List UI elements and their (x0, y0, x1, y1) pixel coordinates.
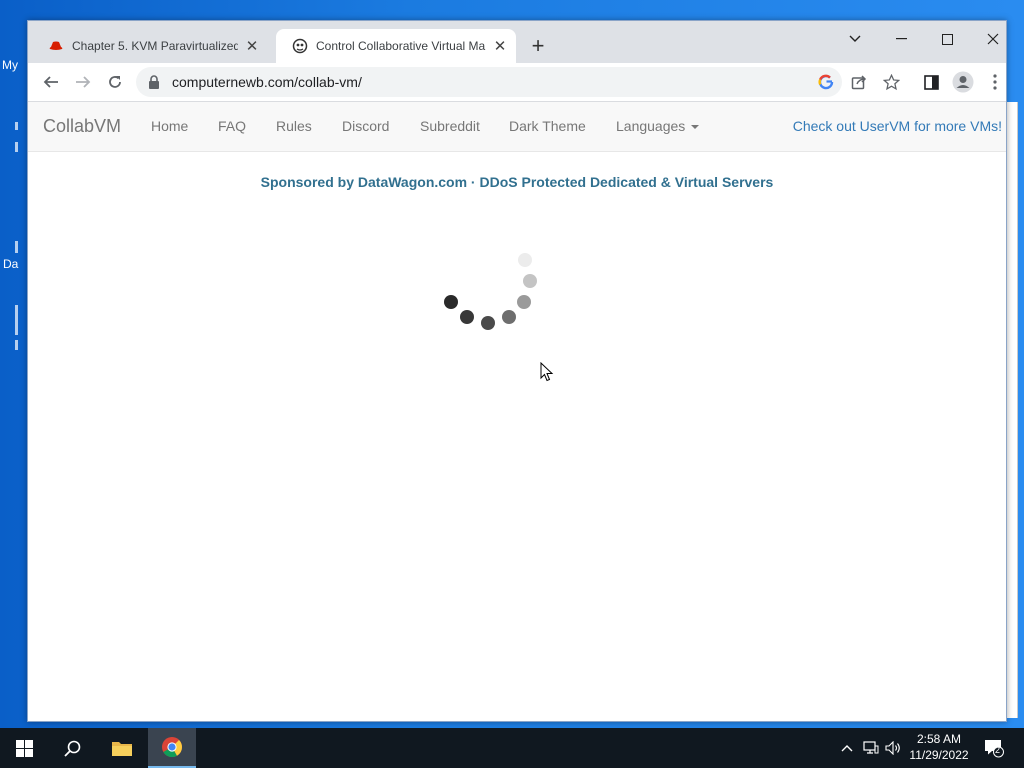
minimize-button[interactable] (878, 25, 924, 53)
tab-title: Chapter 5. KVM Paravirtualized (v (72, 39, 238, 53)
nav-discord[interactable]: Discord (342, 118, 389, 134)
close-tab-icon[interactable]: ✕ (242, 36, 262, 56)
clock-time: 2:58 AM (916, 732, 962, 746)
desktop-icon-fragment (15, 142, 18, 152)
desktop-icon-fragment (15, 241, 18, 253)
google-translate-icon[interactable] (818, 74, 834, 90)
windows-logo-icon (15, 739, 33, 757)
notification-count: 2 (995, 745, 1001, 755)
search-button[interactable] (48, 728, 96, 768)
nav-dark-theme[interactable]: Dark Theme (509, 118, 586, 134)
site-navbar: CollabVM Home FAQ Rules Discord Subreddi… (28, 102, 1006, 152)
start-button[interactable] (0, 728, 48, 768)
action-center-button[interactable]: 2 (984, 738, 1004, 758)
nav-languages-dropdown[interactable]: Languages (616, 118, 700, 134)
lock-icon (149, 75, 159, 89)
browser-window: Chapter 5. KVM Paravirtualized (v ✕ Cont… (27, 20, 1007, 722)
close-tab-icon[interactable]: ✕ (490, 36, 510, 56)
menu-kebab-icon[interactable] (982, 69, 1006, 95)
page-content: Sponsored by DataWagon.com · DDoS Protec… (28, 152, 1006, 721)
browser-toolbar: computernewb.com/collab-vm/ (28, 63, 1006, 102)
share-icon[interactable] (846, 69, 872, 95)
tab-kvm-chapter[interactable]: Chapter 5. KVM Paravirtualized (v ✕ (32, 29, 274, 63)
collabvm-icon (292, 38, 308, 54)
back-button[interactable] (38, 69, 64, 95)
tab-title: Control Collaborative Virtual Ma (316, 39, 486, 53)
search-icon (63, 740, 80, 757)
nav-home[interactable]: Home (151, 118, 188, 134)
show-hidden-icons-chevron-icon[interactable] (838, 738, 856, 758)
url-text: computernewb.com/collab-vm/ (172, 74, 362, 90)
system-clock[interactable]: 2:58 AM 11/29/2022 (905, 731, 973, 763)
redhat-icon (49, 41, 63, 50)
desktop-icon-fragment (15, 122, 18, 130)
profile-avatar-icon[interactable] (950, 69, 976, 95)
volume-icon[interactable] (884, 738, 902, 758)
nav-rules[interactable]: Rules (276, 118, 312, 134)
maximize-button[interactable] (924, 25, 970, 53)
folder-icon (112, 742, 132, 756)
chrome-icon (162, 737, 183, 758)
tab-collabvm[interactable]: Control Collaborative Virtual Ma ✕ (276, 29, 516, 63)
network-icon[interactable] (862, 738, 880, 758)
tab-search-chevron-icon[interactable] (832, 25, 878, 53)
desktop-icon-fragment (15, 340, 18, 350)
sponsor-link[interactable]: Sponsored by DataWagon.com · DDoS Protec… (28, 174, 1006, 190)
close-window-button[interactable] (970, 25, 1006, 53)
uservm-promo-link[interactable]: Check out UserVM for more VMs! (793, 118, 1002, 134)
clock-date: 11/29/2022 (909, 748, 969, 762)
site-brand[interactable]: CollabVM (43, 116, 121, 137)
bookmark-star-icon[interactable] (878, 69, 904, 95)
taskbar: 2:58 AM 11/29/2022 2 (0, 728, 1024, 768)
desktop-icon-label[interactable]: My (2, 58, 18, 72)
reload-button[interactable] (102, 69, 128, 95)
side-panel-icon[interactable] (918, 69, 944, 95)
new-tab-button[interactable]: + (526, 35, 550, 59)
file-explorer-button[interactable] (98, 728, 146, 768)
mouse-cursor-icon (540, 362, 554, 382)
tab-strip: Chapter 5. KVM Paravirtualized (v ✕ Cont… (28, 21, 1006, 63)
address-bar[interactable]: computernewb.com/collab-vm/ (136, 67, 842, 97)
caret-down-icon (691, 125, 700, 130)
notification-icon (985, 740, 1004, 758)
nav-languages-label: Languages (616, 118, 686, 134)
loading-spinner-icon (444, 253, 537, 330)
nav-subreddit[interactable]: Subreddit (420, 118, 480, 134)
nav-faq[interactable]: FAQ (218, 118, 246, 134)
desktop-icon-fragment (15, 305, 18, 335)
chrome-taskbar-button[interactable] (148, 728, 196, 768)
desktop-icon-label[interactable]: Da (3, 257, 18, 271)
forward-button[interactable] (70, 69, 96, 95)
